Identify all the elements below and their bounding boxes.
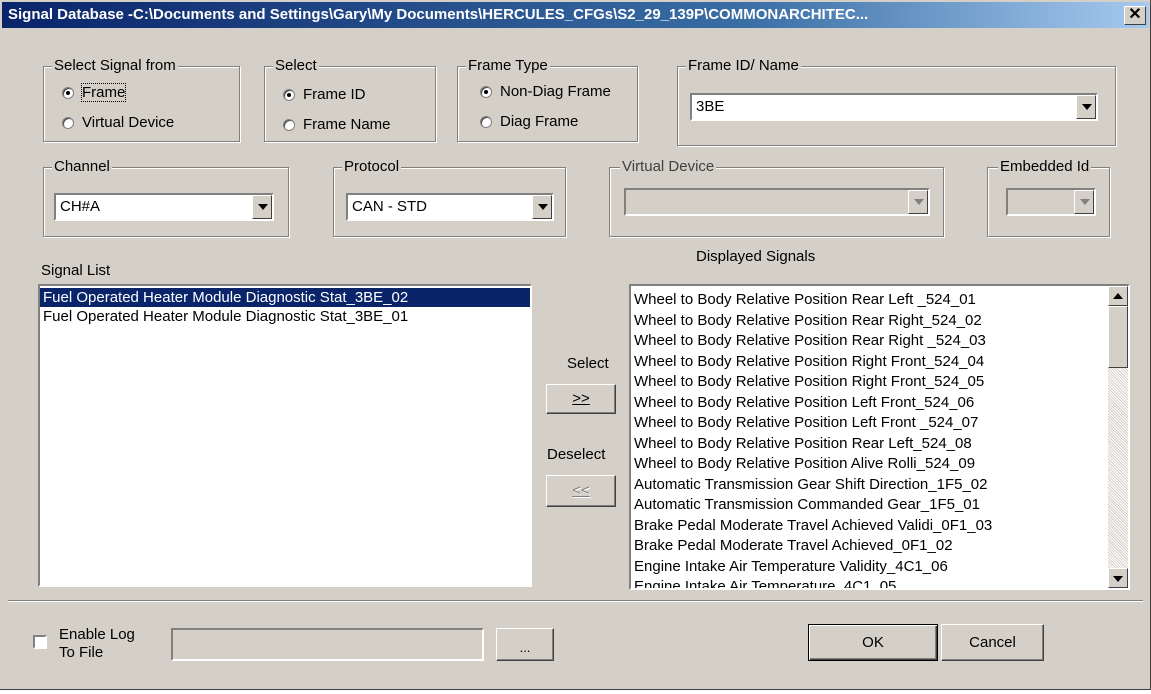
signal-database-dialog: Signal Database -C:\Documents and Settin… [0, 0, 1151, 690]
embedded-id-label: Embedded Id [998, 158, 1092, 176]
radio-frame-id[interactable]: Frame ID [279, 85, 366, 105]
list-item[interactable]: Wheel to Body Relative Position Alive Ro… [631, 454, 1108, 475]
separator [8, 600, 1143, 602]
frame-id-name-group: Frame ID/ Name 3BE [677, 57, 1116, 146]
displayed-signals-label: Displayed Signals [696, 248, 816, 265]
protocol-combo[interactable]: CAN - STD [346, 193, 554, 221]
virtual-device-label: Virtual Device [620, 158, 717, 176]
signal-list[interactable]: Fuel Operated Heater Module Diagnostic S… [38, 284, 532, 587]
list-item[interactable]: Automatic Transmission Gear Shift Direct… [631, 475, 1108, 496]
list-item[interactable]: Wheel to Body Relative Position Rear Lef… [631, 434, 1108, 455]
select-group: Select Frame ID Frame Name [264, 57, 436, 142]
ok-button[interactable]: OK [808, 624, 938, 661]
browse-button[interactable]: ... [496, 628, 554, 661]
frame-type-label: Frame Type [466, 57, 550, 75]
list-item[interactable]: Wheel to Body Relative Position Rear Rig… [631, 311, 1108, 332]
radio-selected-icon [283, 89, 295, 101]
vertical-scrollbar[interactable] [1108, 286, 1128, 588]
radio-non-diag-frame[interactable]: Non-Diag Frame [476, 82, 611, 102]
chevron-down-icon[interactable] [532, 195, 552, 219]
channel-value: CH#A [60, 198, 101, 215]
virtual-device-group: Virtual Device [609, 158, 944, 237]
list-item[interactable]: Automatic Transmission Commanded Gear_1F… [631, 495, 1108, 516]
list-item[interactable]: Wheel to Body Relative Position Right Fr… [631, 372, 1108, 393]
list-item[interactable]: Wheel to Body Relative Position Rear Rig… [631, 331, 1108, 352]
embedded-id-combo [1006, 188, 1096, 216]
list-item[interactable]: Wheel to Body Relative Position Rear Lef… [631, 290, 1108, 311]
scroll-down-icon[interactable] [1108, 568, 1128, 588]
deselect-button: << [546, 475, 616, 507]
list-item[interactable]: Wheel to Body Relative Position Right Fr… [631, 352, 1108, 373]
frame-id-name-combo[interactable]: 3BE [690, 93, 1098, 121]
radio-selected-icon [480, 86, 492, 98]
frame-id-name-label: Frame ID/ Name [686, 57, 801, 75]
select-signal-from-group: Select Signal from Frame Virtual Device [43, 57, 240, 142]
cancel-button[interactable]: Cancel [941, 624, 1044, 661]
chevron-down-icon [1074, 190, 1094, 214]
protocol-label: Protocol [342, 158, 402, 176]
displayed-signals-items: Wheel to Body Relative Position Rear Lef… [631, 290, 1108, 588]
list-item[interactable]: Fuel Operated Heater Module Diagnostic S… [40, 288, 530, 307]
log-file-path-field [171, 628, 484, 661]
select-signal-from-label: Select Signal from [52, 57, 178, 75]
list-item[interactable]: Wheel to Body Relative Position Left Fro… [631, 393, 1108, 414]
list-item[interactable]: Wheel to Body Relative Position Left Fro… [631, 413, 1108, 434]
radio-frame-name[interactable]: Frame Name [279, 115, 391, 135]
radio-selected-icon [62, 87, 74, 99]
list-item[interactable]: Brake Pedal Moderate Travel Achieved_0F1… [631, 536, 1108, 557]
chevron-down-icon[interactable] [252, 195, 272, 219]
enable-log-label: Enable Log To File [59, 626, 135, 661]
title-bar: Signal Database -C:\Documents and Settin… [2, 2, 1149, 28]
radio-unselected-icon [480, 116, 492, 128]
window-title: Signal Database -C:\Documents and Settin… [8, 6, 869, 23]
deselect-label: Deselect [547, 446, 606, 463]
frame-id-name-value: 3BE [696, 98, 725, 115]
scroll-up-icon[interactable] [1108, 286, 1128, 306]
channel-group: Channel CH#A [43, 158, 289, 237]
virtual-device-combo [624, 188, 930, 216]
radio-virtual-device[interactable]: Virtual Device [58, 113, 174, 133]
protocol-value: CAN - STD [352, 198, 427, 215]
radio-diag-frame[interactable]: Diag Frame [476, 112, 578, 132]
radio-unselected-icon [62, 117, 74, 129]
displayed-signals-list[interactable]: Wheel to Body Relative Position Rear Lef… [629, 284, 1130, 590]
signal-list-label: Signal List [41, 262, 111, 279]
channel-label: Channel [52, 158, 112, 176]
list-item[interactable]: Engine Intake Air Temperature Validity_4… [631, 557, 1108, 578]
chevron-down-icon[interactable] [1076, 95, 1096, 119]
list-item[interactable]: Engine Intake Air Temperature_4C1_05 [631, 577, 1108, 588]
radio-frame[interactable]: Frame [58, 83, 127, 103]
list-item[interactable]: Fuel Operated Heater Module Diagnostic S… [40, 307, 530, 326]
protocol-group: Protocol CAN - STD [333, 158, 566, 237]
select-button[interactable]: >> [546, 384, 616, 414]
chevron-down-icon [908, 190, 928, 214]
embedded-id-group: Embedded Id [987, 158, 1110, 237]
enable-log-checkbox[interactable] [33, 635, 47, 649]
channel-combo[interactable]: CH#A [54, 193, 274, 221]
frame-type-group: Frame Type Non-Diag Frame Diag Frame [457, 57, 638, 142]
select-label: Select [567, 355, 609, 372]
close-icon[interactable]: ✕ [1124, 6, 1146, 25]
list-item[interactable]: Brake Pedal Moderate Travel Achieved Val… [631, 516, 1108, 537]
select-group-label: Select [273, 57, 319, 75]
radio-unselected-icon [283, 119, 295, 131]
scroll-thumb[interactable] [1108, 306, 1128, 368]
